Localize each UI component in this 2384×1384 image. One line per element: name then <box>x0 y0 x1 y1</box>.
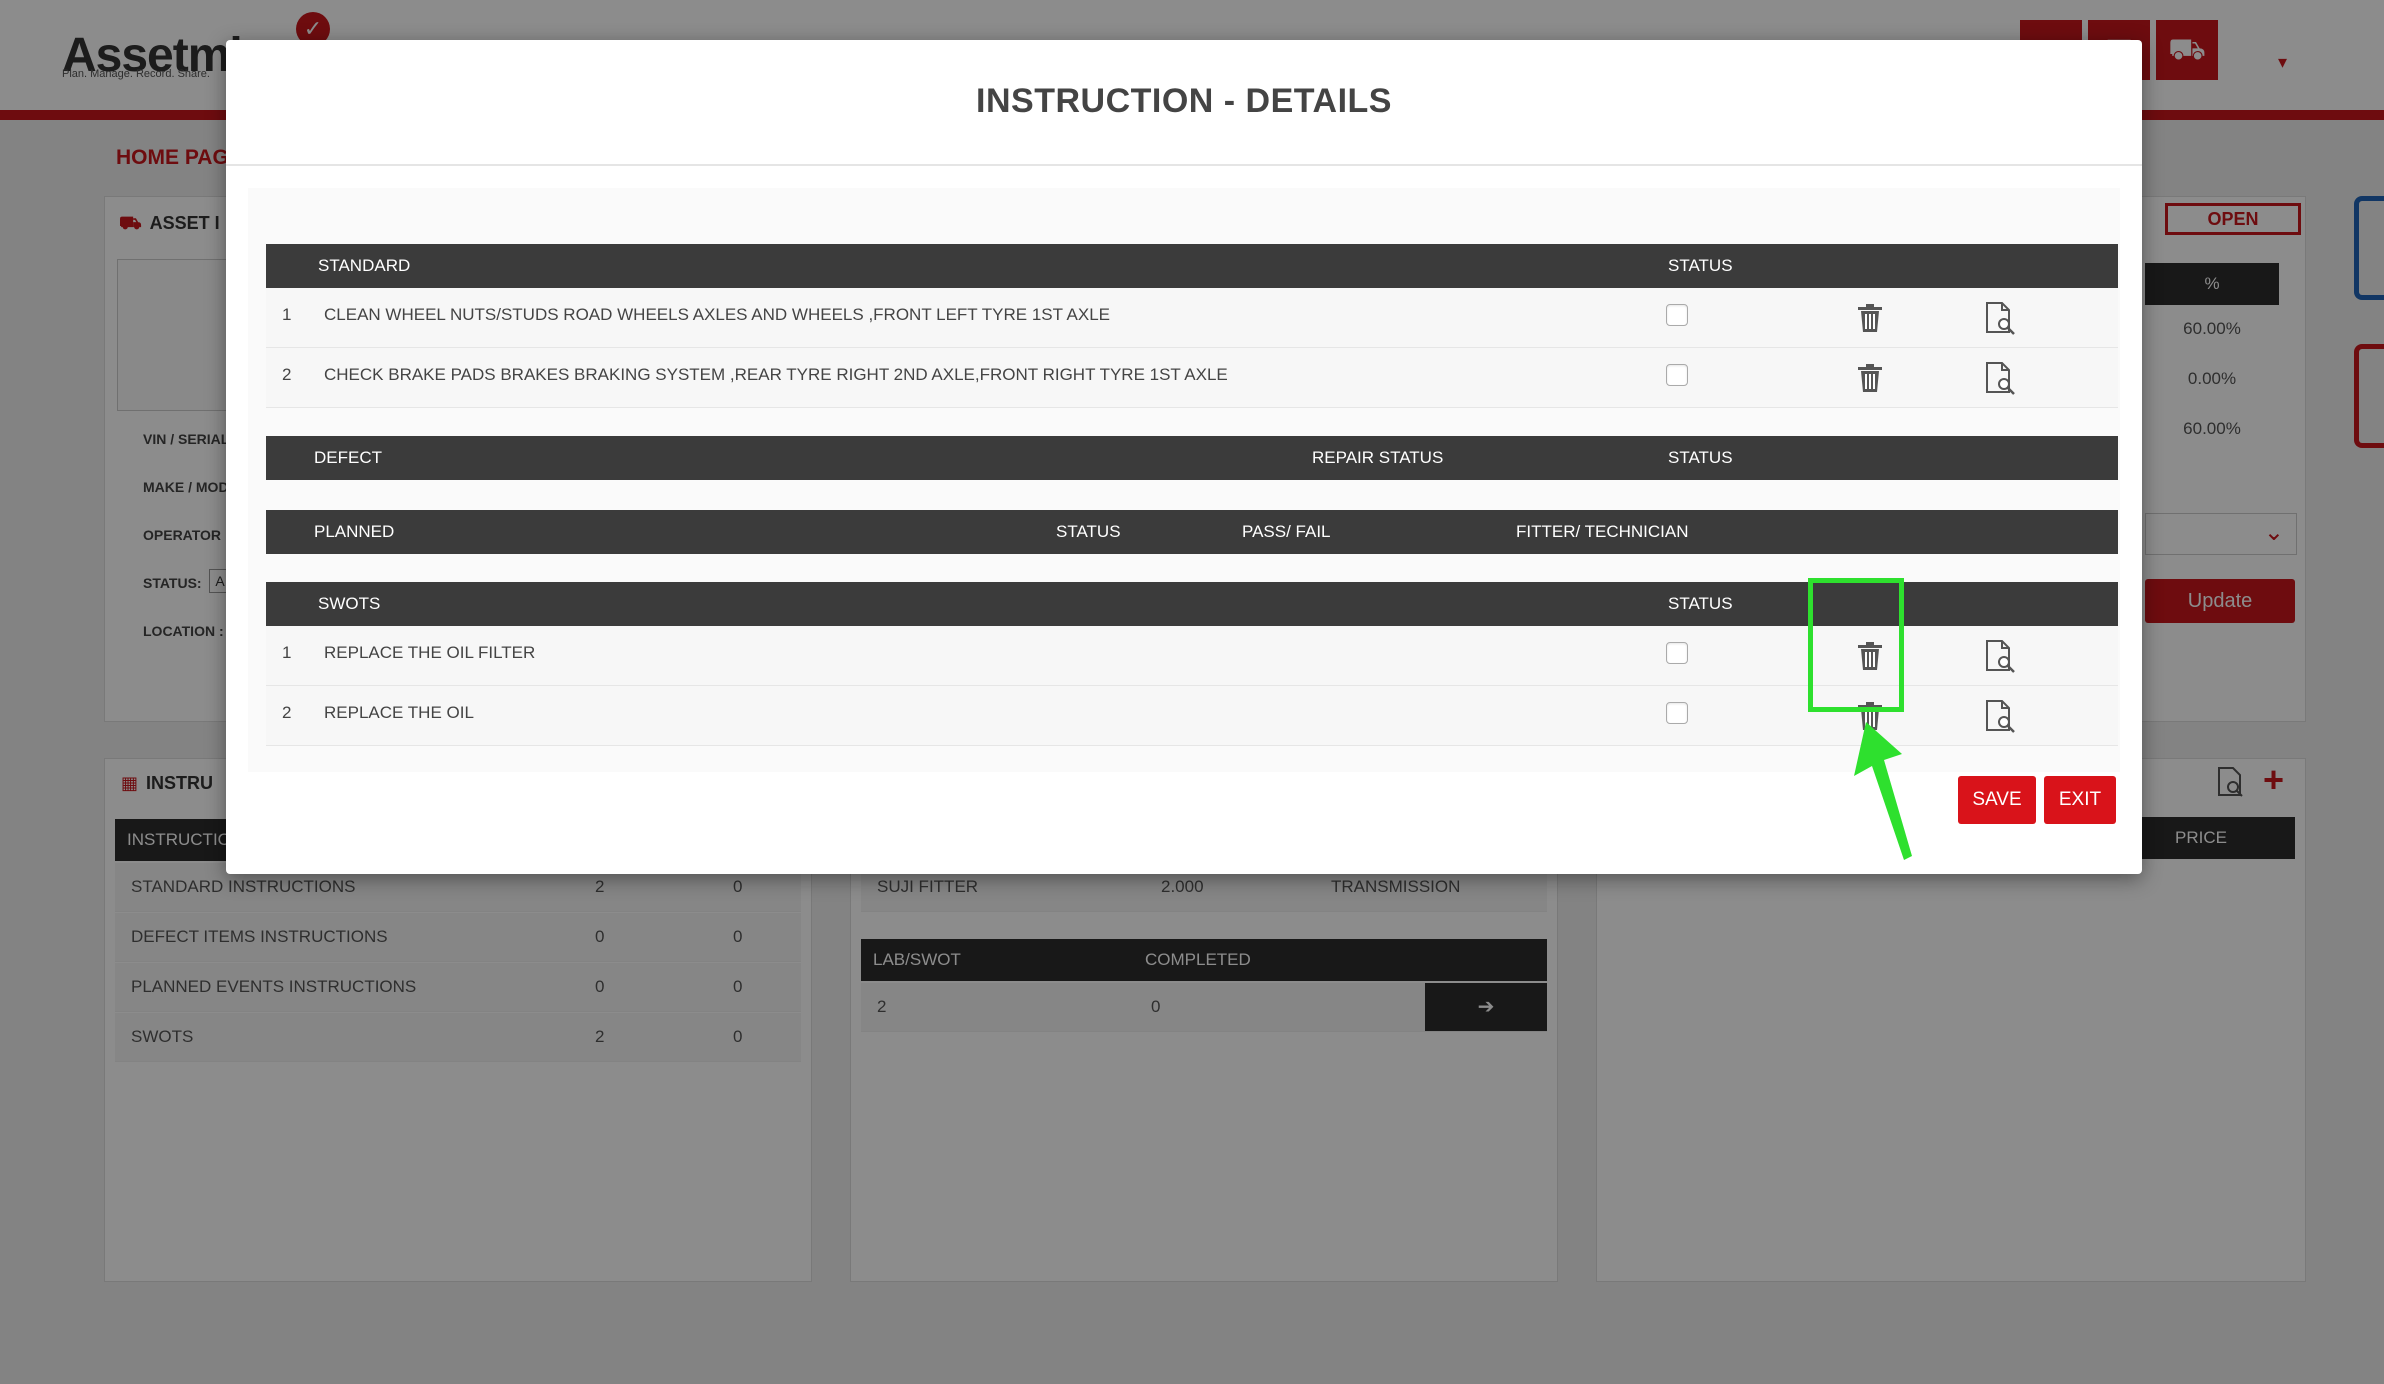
divider <box>226 164 2142 166</box>
swots-column-label: SWOTS <box>318 594 381 613</box>
defect-header: DEFECT REPAIR STATUS STATUS <box>266 436 2118 480</box>
row-number: 2 <box>282 365 292 384</box>
standard-section: STANDARD STATUS 1 CLEAN WHEEL NUTS/STUDS… <box>266 244 2118 408</box>
status-checkbox[interactable] <box>1666 364 1688 386</box>
defect-column-label: DEFECT <box>314 448 382 467</box>
status-checkbox[interactable] <box>1666 642 1688 664</box>
fitter-column-label: FITTER/ TECHNICIAN <box>1516 522 1689 541</box>
row-text: CHECK BRAKE PADS BRAKES BRAKING SYSTEM ,… <box>324 365 1228 384</box>
review-icon[interactable] <box>1982 699 2018 733</box>
review-icon[interactable] <box>1982 639 2018 673</box>
row-number: 2 <box>282 703 292 722</box>
row-text: REPLACE THE OIL FILTER <box>324 643 536 662</box>
trash-icon[interactable] <box>1856 303 1884 333</box>
table-row: 1 CLEAN WHEEL NUTS/STUDS ROAD WHEELS AXL… <box>266 288 2118 348</box>
planned-section: PLANNED STATUS PASS/ FAIL FITTER/ TECHNI… <box>266 510 2118 554</box>
arrow-annotation-icon <box>1854 722 1912 860</box>
status-column-label: STATUS <box>1056 522 1121 541</box>
table-row: 2 CHECK BRAKE PADS BRAKES BRAKING SYSTEM… <box>266 348 2118 408</box>
pass-fail-column-label: PASS/ FAIL <box>1242 522 1331 541</box>
review-icon[interactable] <box>1982 301 2018 335</box>
planned-header: PLANNED STATUS PASS/ FAIL FITTER/ TECHNI… <box>266 510 2118 554</box>
planned-column-label: PLANNED <box>314 522 395 541</box>
trash-icon[interactable] <box>1856 363 1884 393</box>
status-column-label: STATUS <box>1668 594 1733 613</box>
exit-button[interactable]: EXIT <box>2044 776 2116 824</box>
highlight-box <box>1808 578 1904 712</box>
status-column-label: STATUS <box>1668 448 1733 467</box>
row-text: REPLACE THE OIL <box>324 703 474 722</box>
status-checkbox[interactable] <box>1666 304 1688 326</box>
save-button[interactable]: SAVE <box>1958 776 2036 824</box>
modal-title: INSTRUCTION - DETAILS <box>976 82 1392 120</box>
standard-header: STANDARD STATUS <box>266 244 2118 288</box>
row-number: 1 <box>282 643 292 662</box>
repair-status-column-label: REPAIR STATUS <box>1312 448 1444 467</box>
row-text: CLEAN WHEEL NUTS/STUDS ROAD WHEELS AXLES… <box>324 305 1110 324</box>
row-number: 1 <box>282 305 292 324</box>
status-checkbox[interactable] <box>1666 702 1688 724</box>
status-column-label: STATUS <box>1668 256 1733 275</box>
defect-section: DEFECT REPAIR STATUS STATUS <box>266 436 2118 480</box>
review-icon[interactable] <box>1982 361 2018 395</box>
standard-column-label: STANDARD <box>318 256 411 275</box>
